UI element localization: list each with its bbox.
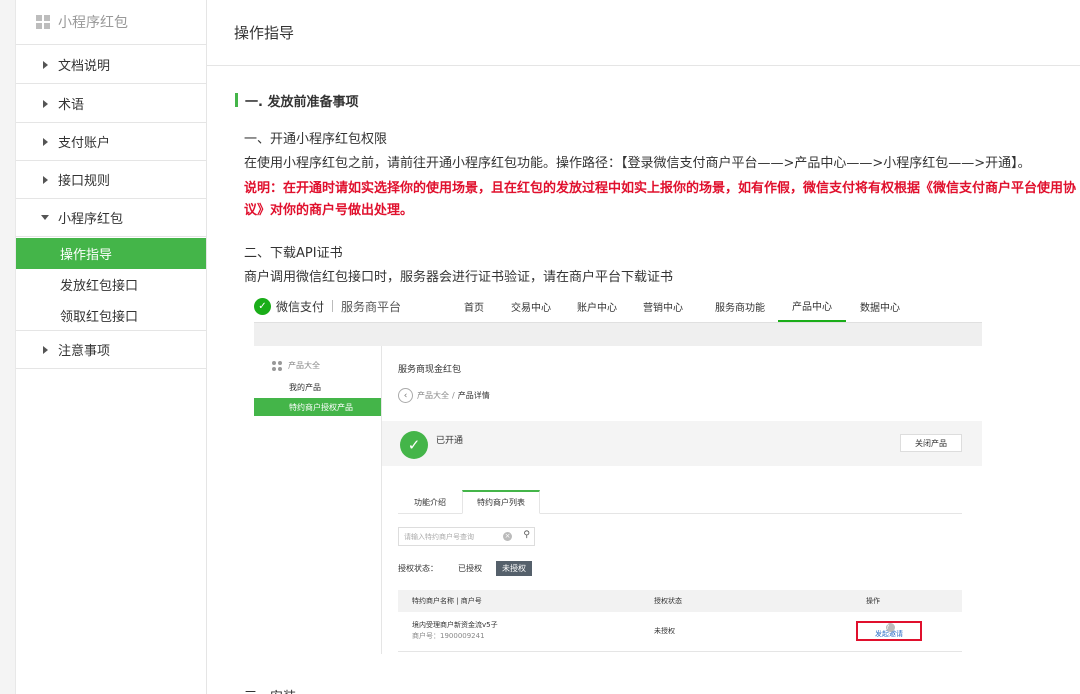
product-nav-head-label: 产品大全	[288, 361, 320, 370]
wechat-pay-logo: ✓ 微信支付 服务商平台	[254, 297, 402, 315]
sidebar-item-label: 支付账户	[58, 136, 111, 151]
column-header: 授权状态	[654, 597, 682, 605]
caret-right-icon	[43, 345, 48, 354]
step1-heading: 一、开通小程序红包权限	[244, 132, 388, 147]
grid-icon	[36, 15, 50, 29]
sidebar-subitem-receive-api[interactable]: 领取红包接口	[16, 300, 206, 331]
sidebar-item-mini-program-redpacket[interactable]: 小程序红包	[16, 199, 206, 237]
embedded-screenshot: ✓ 微信支付 服务商平台 首页 交易中心 账户中心 营销中心 服务商功能 产品中…	[252, 290, 982, 654]
search-placeholder: 请输入特约商户号查询	[404, 532, 474, 541]
section-marker	[235, 93, 238, 107]
breadcrumb-current: 产品详情	[457, 391, 490, 400]
section-title-text: 一. 发放前准备事项	[245, 94, 359, 110]
caret-down-icon	[41, 215, 49, 220]
table-row: 境内受理商户新资金流v5子 商户号：1900009241 未授权 发起邀请 ?	[398, 612, 962, 652]
breadcrumb-sep: /	[452, 391, 455, 400]
divider	[332, 300, 334, 312]
filter-authorized[interactable]: 已授权	[452, 561, 488, 576]
merchant-name: 境内受理商户新资金流v5子	[412, 621, 498, 629]
sidebar-item-label: 接口规则	[58, 174, 111, 189]
product-status-band: ✓ 已开通 关闭产品	[382, 421, 982, 466]
nav-account[interactable]: 账户中心	[570, 290, 624, 322]
sidebar-subitem-send-api[interactable]: 发放红包接口	[16, 269, 206, 300]
sidebar-item-api-rules[interactable]: 接口规则	[16, 161, 206, 199]
caret-right-icon	[43, 99, 48, 108]
nav-provider-functions[interactable]: 服务商功能	[708, 290, 772, 322]
caret-right-icon	[43, 137, 48, 146]
sidebar-item-label: 文档说明	[58, 59, 111, 74]
tab-merchant-list[interactable]: 特约商户列表	[462, 490, 540, 514]
page-title: 操作指导	[234, 24, 295, 42]
sidebar-item-label: 注意事项	[58, 344, 111, 359]
sidebar-item-label: 小程序红包	[58, 212, 124, 227]
logo-subtitle: 服务商平台	[341, 299, 402, 314]
product-title: 服务商现金红包	[398, 365, 462, 375]
nav-data[interactable]: 数据中心	[852, 290, 908, 322]
filter-label: 授权状态：	[398, 563, 438, 573]
sidebar-item-docs[interactable]: 文档说明	[16, 46, 206, 84]
caret-right-icon	[43, 60, 48, 69]
section-title: 一. 发放前准备事项	[235, 92, 359, 110]
close-product-button[interactable]: 关闭产品	[900, 434, 962, 452]
sidebar-subitem-guide[interactable]: 操作指导	[16, 238, 206, 269]
subnav-band	[254, 322, 982, 346]
merchant-cell: 境内受理商户新资金流v5子 商户号：1900009241	[412, 620, 498, 642]
step1-text: 在使用小程序红包之前，请前往开通小程序红包功能。操作路径：【登录微信支付商户平台…	[244, 156, 1031, 171]
step2-heading: 二、下载API证书	[244, 246, 343, 261]
product-nav-sub-merchant[interactable]: 特约商户授权产品	[254, 398, 381, 416]
step3-heading-partial: 三、安装	[244, 686, 296, 694]
sidebar-gutter	[0, 0, 16, 694]
filter-unauthorized[interactable]: 未授权	[496, 560, 532, 576]
merchant-search-input[interactable]: 请输入特约商户号查询 × ⚲	[398, 527, 535, 546]
merchant-number: 商户号：1900009241	[412, 632, 485, 640]
apps-icon	[272, 360, 282, 371]
product-left-pane: 产品大全 我的产品 特约商户授权产品	[254, 346, 382, 654]
sidebar-item-terms[interactable]: 术语	[16, 85, 206, 123]
notice-line-2: 议》对你的商户号做出处理。	[244, 203, 414, 218]
send-invite-button[interactable]: 发起邀请 ?	[856, 621, 922, 641]
search-icon[interactable]: ⚲	[523, 530, 530, 540]
step2-text: 商户调用微信红包接口时，服务器会进行证书验证，请在商户平台下载证书	[244, 270, 674, 285]
caret-right-icon	[43, 175, 48, 184]
auth-status-filter: 授权状态： 已授权 未授权	[398, 559, 532, 577]
page-header: 操作指导	[207, 0, 1080, 66]
nav-home[interactable]: 首页	[452, 290, 496, 322]
nav-marketing[interactable]: 营销中心	[636, 290, 690, 322]
column-header: 操作	[866, 597, 880, 605]
sidebar-item-label: 术语	[58, 98, 85, 113]
auth-status: 未授权	[654, 627, 675, 635]
nav-transactions[interactable]: 交易中心	[504, 290, 558, 322]
product-nav-head: 产品大全	[272, 360, 320, 371]
wechat-pay-icon: ✓	[254, 297, 271, 315]
product-tabs: 功能介绍 特约商户列表	[398, 490, 962, 514]
sidebar-title: 小程序红包	[58, 15, 128, 31]
breadcrumb-parent[interactable]: 产品大全	[417, 390, 449, 401]
nav-products[interactable]: 产品中心	[778, 290, 846, 322]
sidebar-item-payment-account[interactable]: 支付账户	[16, 123, 206, 161]
product-nav-my-products[interactable]: 我的产品	[254, 378, 381, 396]
status-text: 已开通	[436, 436, 464, 446]
column-header: 特约商户名称 | 商户号	[412, 597, 482, 605]
table-header: 特约商户名称 | 商户号 授权状态 操作	[398, 590, 962, 612]
back-icon[interactable]: ‹	[398, 388, 413, 403]
sidebar-header: 小程序红包	[16, 0, 206, 45]
sidebar-item-notes[interactable]: 注意事项	[16, 331, 206, 369]
tab-intro[interactable]: 功能介绍	[398, 490, 462, 514]
logo-text: 微信支付	[276, 299, 325, 314]
clear-icon[interactable]: ×	[503, 532, 512, 541]
notice-line-1: 说明：在开通时请如实选择你的使用场景，且在红包的发放过程中如实上报你的场景，如有…	[244, 181, 1077, 196]
breadcrumb: ‹ 产品大全 / 产品详情	[398, 388, 490, 403]
check-icon: ✓	[400, 431, 428, 459]
help-icon[interactable]: ?	[886, 623, 895, 632]
